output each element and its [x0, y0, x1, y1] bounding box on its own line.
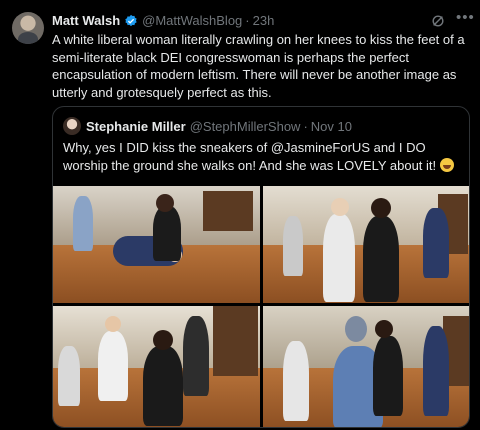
photo-4[interactable]: [263, 306, 469, 427]
grok-icon[interactable]: [431, 14, 445, 28]
quote-author-name[interactable]: Stephanie Miller: [86, 119, 186, 134]
photo-3[interactable]: [53, 306, 260, 427]
quoted-tweet[interactable]: Stephanie Miller @StephMillerShow · Nov …: [52, 106, 470, 428]
tweet-time[interactable]: 23h: [253, 13, 275, 28]
author-handle[interactable]: @MattWalshBlog: [142, 13, 242, 28]
author-avatar[interactable]: [12, 12, 44, 44]
separator-dot: ·: [245, 13, 250, 28]
photo-2[interactable]: [263, 186, 469, 303]
quote-header: Stephanie Miller @StephMillerShow · Nov …: [86, 119, 352, 134]
tweet-header: Matt Walsh @MattWalshBlog · 23h: [52, 13, 274, 28]
quote-author-avatar[interactable]: [63, 117, 81, 135]
quote-text: Why, yes I DID kiss the sneakers of @Jas…: [63, 139, 463, 174]
separator-dot: ·: [303, 119, 308, 134]
verified-badge-icon: [125, 14, 137, 26]
more-icon[interactable]: •••: [456, 10, 474, 27]
quote-time[interactable]: Nov 10: [311, 119, 352, 134]
photo-1[interactable]: [53, 186, 260, 303]
photo-grid: [53, 186, 469, 427]
quote-author-handle[interactable]: @StephMillerShow: [190, 119, 301, 134]
author-name[interactable]: Matt Walsh: [52, 13, 120, 28]
tweet-text: A white liberal woman literally crawling…: [52, 32, 465, 100]
quote-text-content: Why, yes I DID kiss the sneakers of @Jas…: [63, 140, 437, 173]
rolling-on-floor-laughing-emoji: [439, 157, 454, 172]
tweet[interactable]: Matt Walsh @MattWalshBlog · 23h ••• A wh…: [0, 0, 480, 430]
